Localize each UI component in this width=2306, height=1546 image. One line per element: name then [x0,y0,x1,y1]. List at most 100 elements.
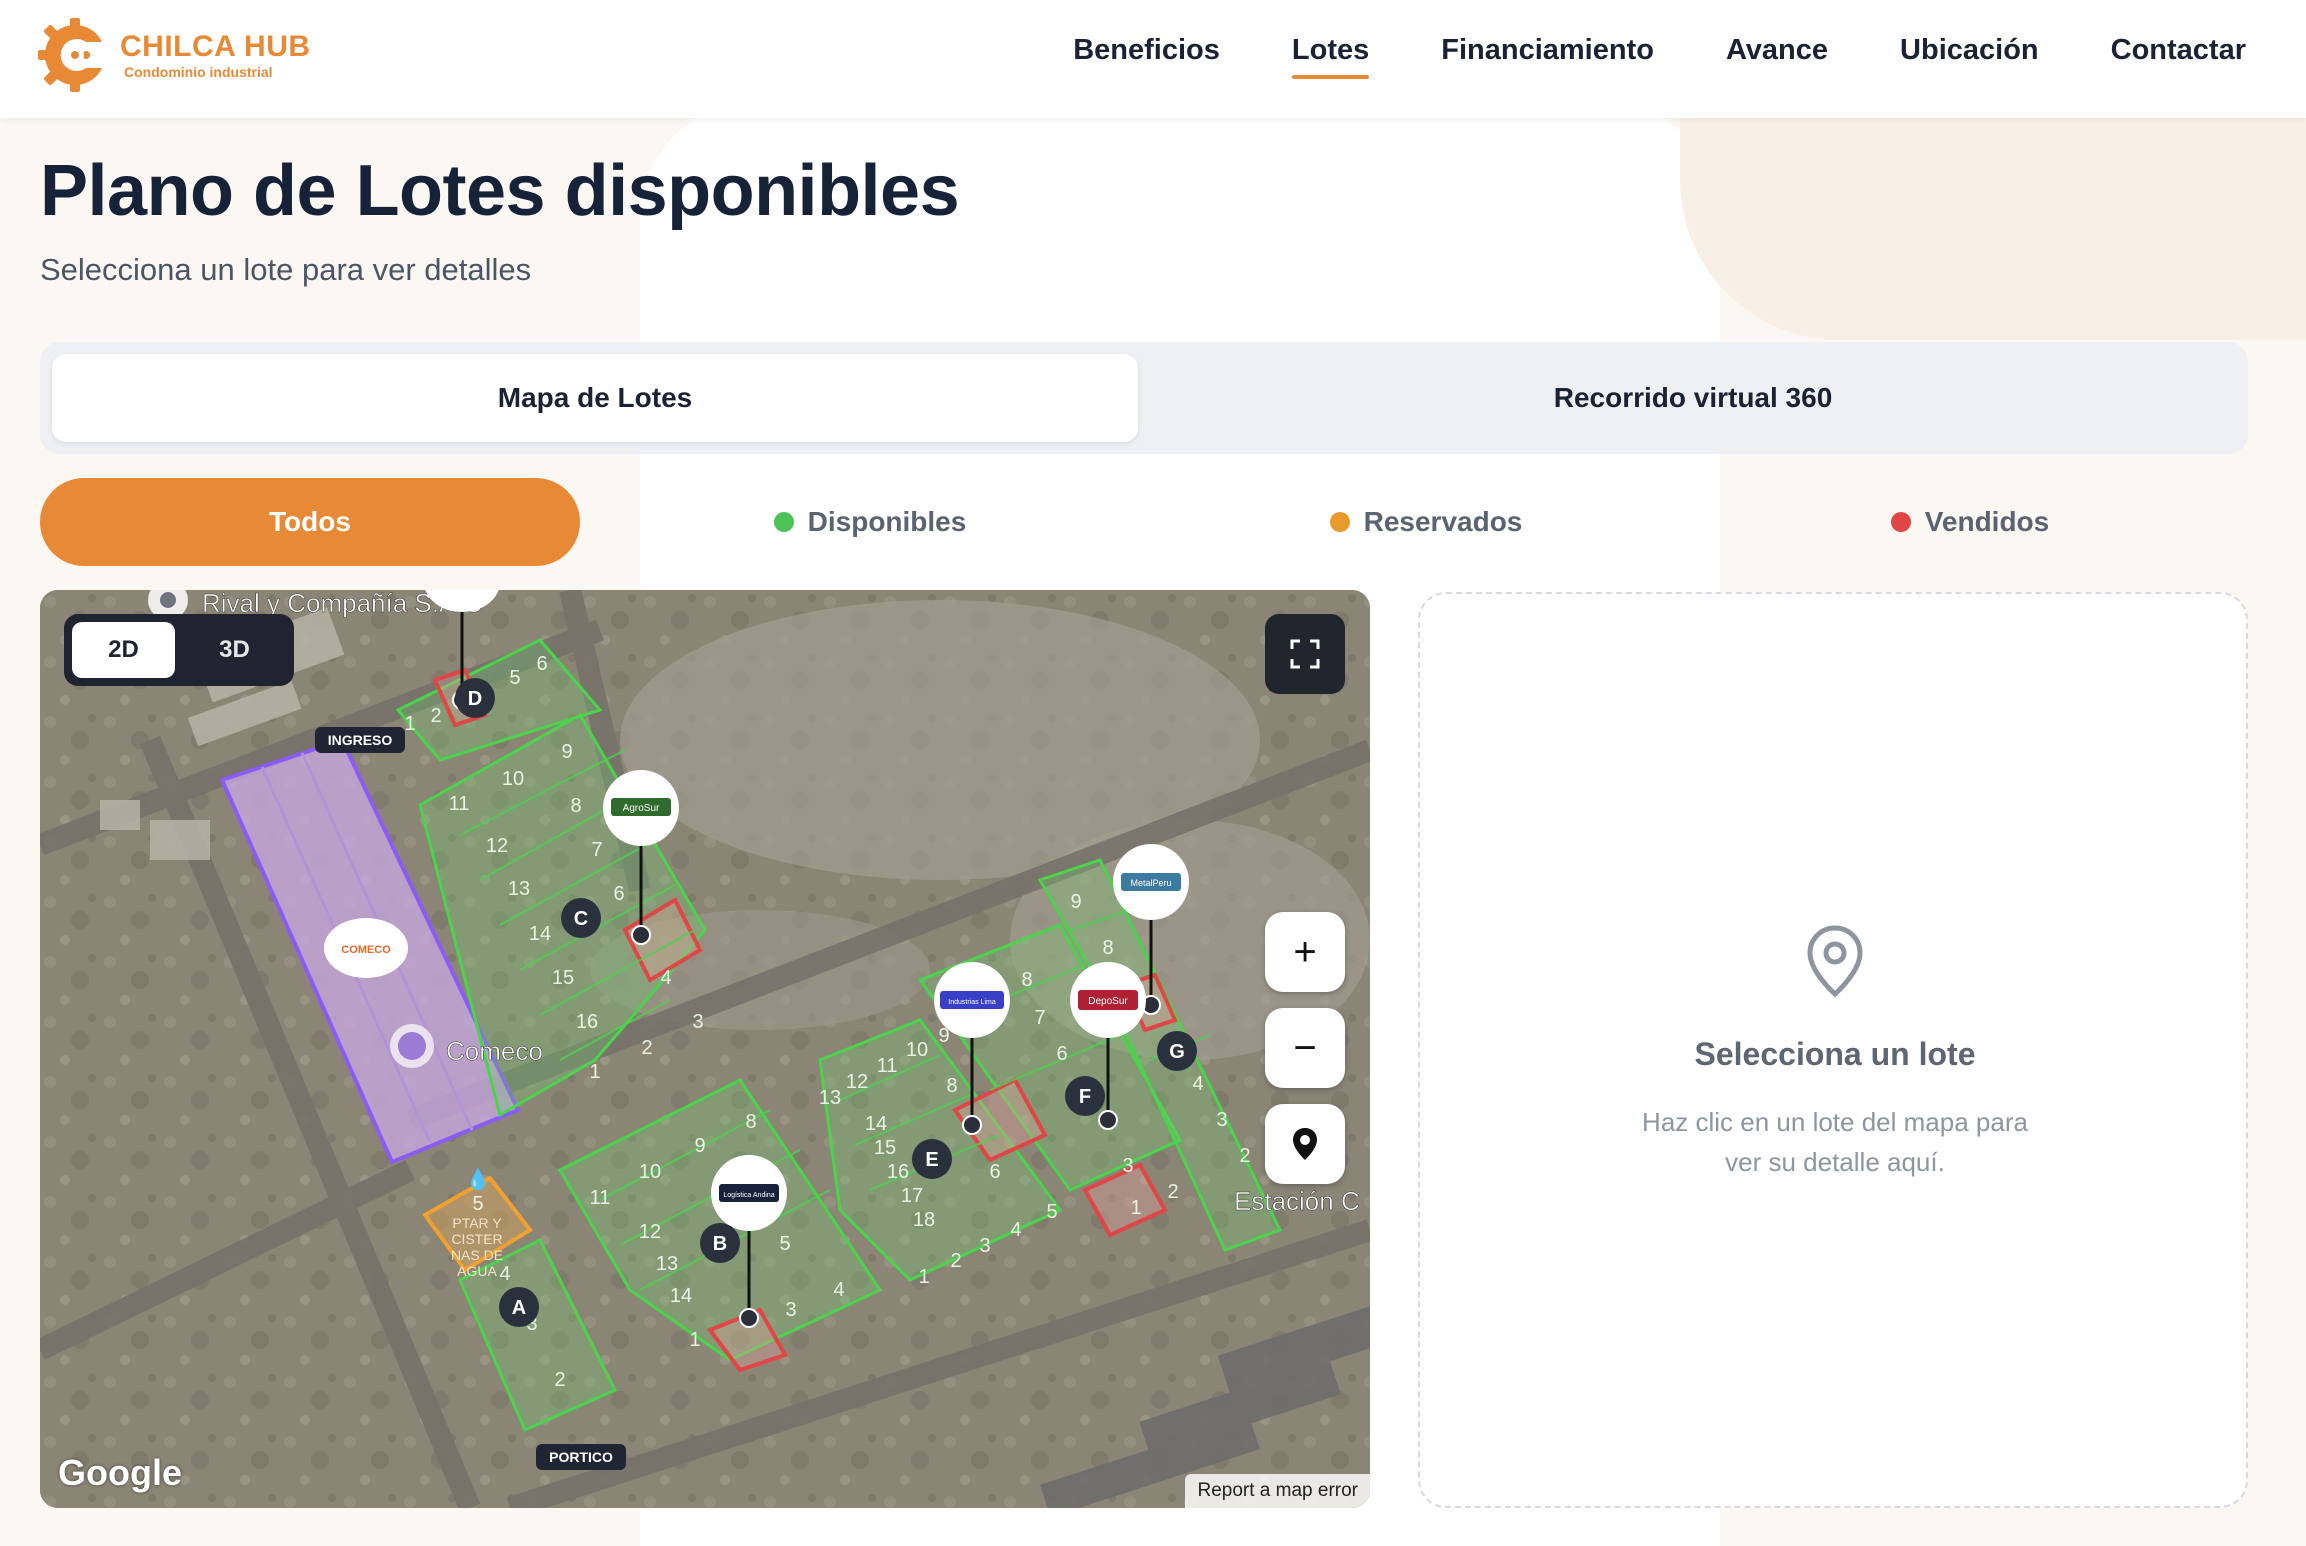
lot-c-15[interactable]: 15 [552,967,574,989]
lot-b-13[interactable]: 13 [656,1253,678,1275]
block-e-badge[interactable]: E [912,1139,952,1179]
lot-g-4[interactable]: 4 [1192,1073,1203,1095]
lot-c-3[interactable]: 3 [692,1011,703,1033]
view-2d-button[interactable]: 2D [72,622,175,678]
lot-b-14[interactable]: 14 [670,1285,692,1307]
lot-g-2[interactable]: 2 [1239,1145,1250,1167]
report-map-error-link[interactable]: Report a map error [1185,1474,1370,1508]
nav-beneficios[interactable]: Beneficios [1073,34,1220,79]
lot-c-7[interactable]: 7 [591,839,602,861]
lot-e-14[interactable]: 14 [865,1113,887,1135]
lot-c-14[interactable]: 14 [529,923,551,945]
view-3d-button[interactable]: 3D [183,622,286,678]
nav-lotes[interactable]: Lotes [1291,34,1370,79]
lot-e-15[interactable]: 15 [874,1137,896,1159]
tab-recorrido-360[interactable]: Recorrido virtual 360 [1150,354,2236,442]
lot-c-9[interactable]: 9 [561,741,572,763]
lot-g-8[interactable]: 8 [1102,937,1113,959]
nav-avance[interactable]: Avance [1726,34,1828,79]
lot-c-13[interactable]: 13 [508,878,530,900]
lot-b-11[interactable]: 11 [590,1187,611,1209]
lot-c-11[interactable]: 11 [449,793,470,815]
ptar-line-3: NAS DE [451,1247,503,1263]
lot-c-2[interactable]: 2 [641,1037,652,1059]
lots-map[interactable]: 1 2 5 6 9 10 11 8 12 7 13 6 14 15 4 16 3… [40,590,1370,1508]
block-a-badge[interactable]: A [499,1287,539,1327]
lot-f-8[interactable]: 8 [1021,969,1032,991]
lot-g-9[interactable]: 9 [1070,891,1081,913]
block-c-badge[interactable]: C [561,898,601,938]
lot-e-1[interactable]: 1 [918,1266,929,1288]
nav-ubicacion[interactable]: Ubicación [1900,34,2039,79]
pin-industrias[interactable]: Industrias Lima [934,962,1010,1038]
lot-b-4[interactable]: 4 [833,1279,844,1301]
lot-e-17[interactable]: 17 [901,1185,923,1207]
lot-f-2[interactable]: 2 [1167,1181,1178,1203]
lot-c-6[interactable]: 6 [613,883,624,905]
satellite-map[interactable]: 1 2 5 6 9 10 11 8 12 7 13 6 14 15 4 16 3… [40,590,1370,1508]
lot-b-5[interactable]: 5 [779,1233,790,1255]
pin-metalperu[interactable]: MetalPeru [1113,844,1189,920]
filter-todos[interactable]: Todos [40,478,580,566]
lot-c-16[interactable]: 16 [576,1011,598,1033]
zoom-out-icon: − [1293,1025,1317,1070]
lot-e-4[interactable]: 4 [1010,1219,1021,1241]
nav-financiamiento[interactable]: Financiamiento [1441,34,1654,79]
lot-e-11[interactable]: 11 [877,1055,898,1077]
lot-g-3[interactable]: 3 [1216,1109,1227,1131]
lot-f-6[interactable]: 6 [1056,1043,1067,1065]
block-b-badge[interactable]: B [700,1223,740,1263]
filter-disponibles[interactable]: Disponibles [600,478,1140,566]
lot-b-3[interactable]: 3 [785,1299,796,1321]
lot-e-12[interactable]: 12 [846,1071,868,1093]
lot-d-2[interactable]: 2 [430,705,441,727]
lot-e-3[interactable]: 3 [979,1235,990,1257]
tab-mapa-de-lotes[interactable]: Mapa de Lotes [52,354,1138,442]
fullscreen-button[interactable] [1265,614,1345,694]
lot-e-6[interactable]: 6 [989,1161,1000,1183]
filter-vendidos-label: Vendidos [1924,506,2050,537]
lot-b-9[interactable]: 9 [694,1135,705,1157]
block-g-badge[interactable]: G [1157,1031,1197,1071]
lot-b-12[interactable]: 12 [639,1221,661,1243]
lot-a-4[interactable]: 4 [499,1263,510,1285]
lot-e-8[interactable]: 8 [946,1075,957,1097]
svg-text:AgroSur: AgroSur [623,803,660,814]
filter-reservados[interactable]: Reservados [1156,478,1696,566]
lot-e-5[interactable]: 5 [1046,1201,1057,1223]
lot-b-8[interactable]: 8 [745,1111,756,1133]
pin-deposur[interactable]: DepoSur [1070,962,1146,1038]
lot-b-10[interactable]: 10 [639,1161,661,1183]
lot-c-4[interactable]: 4 [660,967,671,989]
nav-contactar[interactable]: Contactar [2111,34,2246,79]
lot-d-1[interactable]: 1 [404,713,415,735]
lot-c-8[interactable]: 8 [570,795,581,817]
pin-comeco[interactable]: COMECO [324,918,408,978]
lot-a-2[interactable]: 2 [554,1369,565,1391]
lot-e-10[interactable]: 10 [906,1039,928,1061]
lot-e-18[interactable]: 18 [913,1209,935,1231]
lot-c-10[interactable]: 10 [502,768,524,790]
lot-a-5[interactable]: 5 [472,1193,483,1215]
brand-logo[interactable]: CHILCA HUB Condominio industrial [38,18,311,92]
filter-vendidos[interactable]: Vendidos [1700,478,2240,566]
lot-c-1[interactable]: 1 [589,1061,600,1083]
pin-logistica[interactable]: Logística Andina [711,1155,787,1231]
zoom-out-button[interactable]: − [1265,1008,1345,1088]
lot-c-12[interactable]: 12 [486,835,508,857]
lot-f-1[interactable]: 1 [1130,1197,1141,1219]
lot-e-2[interactable]: 2 [950,1250,961,1272]
zoom-in-button[interactable]: + [1265,912,1345,992]
lot-f-7[interactable]: 7 [1034,1007,1045,1029]
lot-f-3[interactable]: 3 [1122,1155,1133,1177]
locate-button[interactable] [1265,1104,1345,1184]
filter-disponibles-label: Disponibles [807,506,967,537]
lot-e-13[interactable]: 13 [819,1087,841,1109]
lot-d-6[interactable]: 6 [536,653,547,675]
block-d-badge[interactable]: D [455,678,495,718]
pin-agrosur[interactable]: AgroSur [603,770,679,846]
lot-b-1[interactable]: 1 [689,1329,700,1351]
lot-d-5[interactable]: 5 [509,667,520,689]
lot-e-16[interactable]: 16 [887,1161,909,1183]
block-f-badge[interactable]: F [1065,1076,1105,1116]
